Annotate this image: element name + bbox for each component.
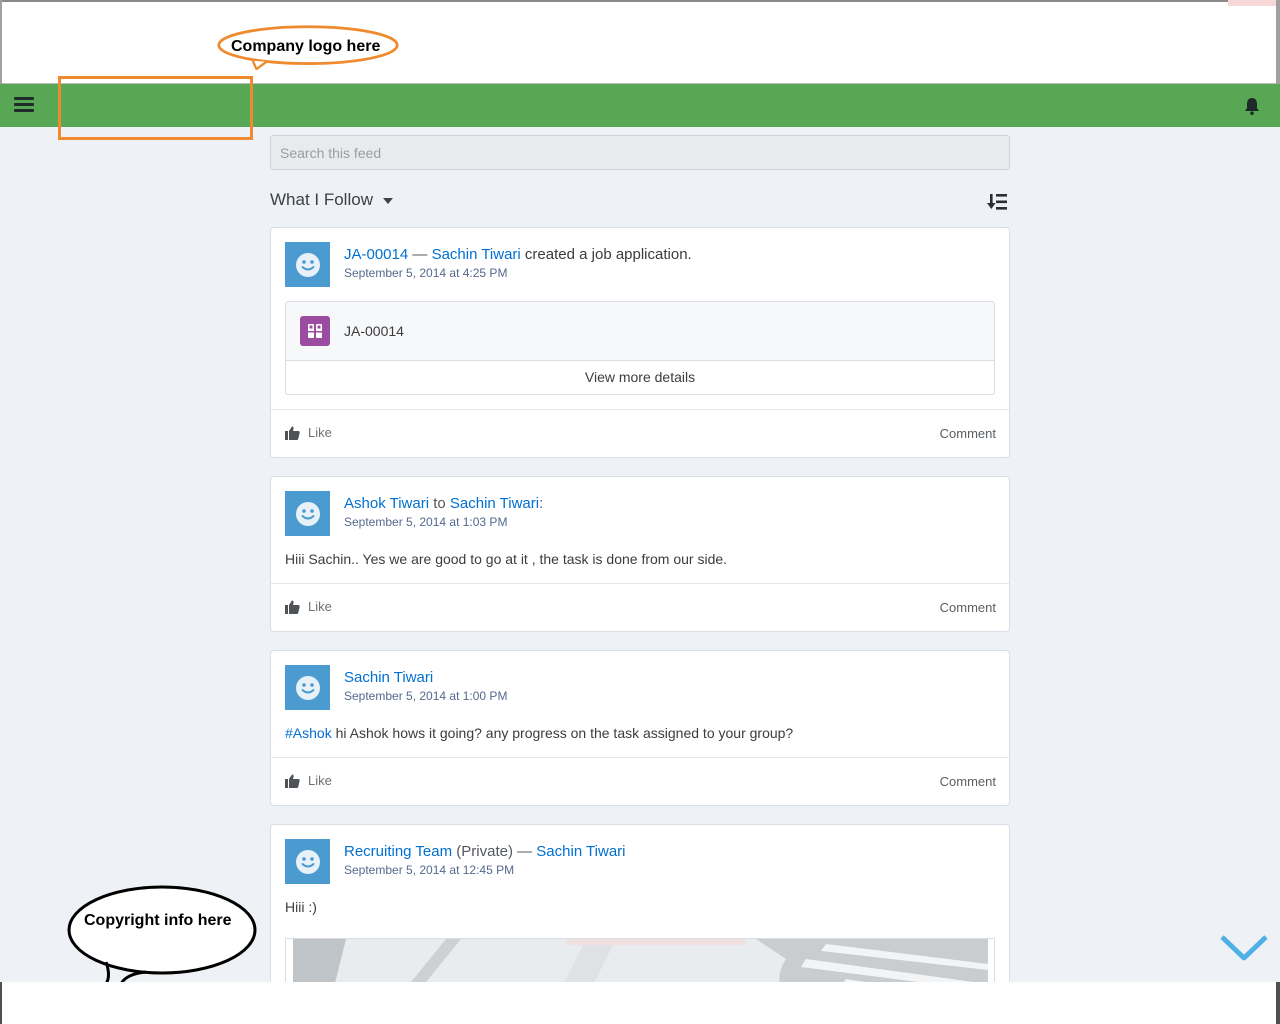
thumbs-up-icon [285, 774, 300, 788]
author-link[interactable]: Sachin Tiwari [536, 843, 625, 860]
search-feed-input[interactable] [270, 135, 1010, 170]
avatar[interactable] [285, 839, 330, 884]
post-header: JA-00014 — Sachin Tiwari created a job a… [344, 246, 692, 263]
comment-button[interactable]: Comment [940, 600, 996, 615]
smiley-icon [295, 849, 320, 874]
header-colon: : [539, 495, 544, 512]
copyright-callout-bubble [67, 885, 257, 984]
bell-icon[interactable] [1242, 96, 1262, 116]
footer-right-edge [1276, 982, 1280, 1024]
feed-content: What I Follow JA-00014 — Sachin Tiwari c… [0, 127, 1280, 982]
header-area [2, 2, 1276, 84]
window-right-edge [1276, 0, 1280, 84]
post-timestamp[interactable]: September 5, 2014 at 1:00 PM [344, 689, 507, 703]
author-link[interactable]: Sachin Tiwari [344, 669, 433, 686]
feed-post: Recruiting Team (Private) — Sachin Tiwar… [270, 824, 1010, 982]
thumbs-up-icon [285, 600, 300, 614]
group-privacy: (Private) — [452, 843, 537, 860]
hashtag-link[interactable]: #Ashok [285, 725, 332, 741]
group-link[interactable]: Recruiting Team [344, 843, 452, 860]
avatar[interactable] [285, 491, 330, 536]
recipient-link[interactable]: Sachin Tiwari [450, 495, 539, 512]
divider [271, 583, 1009, 584]
window-corner [1228, 0, 1276, 6]
image-thumbnail [293, 939, 988, 982]
job-application-icon [300, 316, 330, 346]
view-more-details-button[interactable]: View more details [286, 361, 994, 394]
like-label: Like [308, 599, 332, 614]
feed-post: JA-00014 — Sachin Tiwari created a job a… [270, 227, 1010, 458]
post-image-preview[interactable] [285, 938, 995, 982]
chevron-down-icon[interactable] [1220, 934, 1268, 962]
like-button[interactable]: Like [285, 773, 332, 788]
record-preview: JA-00014 View more details [285, 301, 995, 395]
divider [271, 757, 1009, 758]
window-left-edge [0, 0, 2, 84]
hamburger-icon[interactable] [14, 97, 34, 113]
header-separator: — [408, 246, 432, 263]
divider [271, 409, 1009, 410]
post-body: Hiii :) [285, 899, 317, 915]
feed-filter-dropdown[interactable]: What I Follow [270, 190, 393, 210]
post-action-text: created a job application. [520, 246, 692, 263]
avatar[interactable] [285, 242, 330, 287]
smiley-icon [295, 675, 320, 700]
copyright-callout-text: Copyright info here [84, 912, 232, 929]
author-link[interactable]: Sachin Tiwari [432, 246, 521, 263]
like-button[interactable]: Like [285, 425, 332, 440]
post-body: #Ashok hi Ashok hows it going? any progr… [285, 725, 793, 741]
logo-placeholder-box [58, 76, 253, 140]
smiley-icon [295, 501, 320, 526]
author-link[interactable]: Ashok Tiwari [344, 495, 429, 512]
post-header: Sachin Tiwari [344, 669, 433, 686]
post-body: Hiii Sachin.. Yes we are good to go at i… [285, 551, 728, 567]
post-header: Ashok Tiwari to Sachin Tiwari: [344, 495, 543, 512]
avatar[interactable] [285, 665, 330, 710]
like-label: Like [308, 773, 332, 788]
comment-button[interactable]: Comment [940, 426, 996, 441]
post-timestamp[interactable]: September 5, 2014 at 4:25 PM [344, 266, 507, 280]
post-timestamp[interactable]: September 5, 2014 at 1:03 PM [344, 515, 507, 529]
post-timestamp[interactable]: September 5, 2014 at 12:45 PM [344, 863, 514, 877]
like-button[interactable]: Like [285, 599, 332, 614]
smiley-icon [295, 252, 320, 277]
comment-button[interactable]: Comment [940, 774, 996, 789]
record-link[interactable]: JA-00014 [344, 246, 408, 263]
caret-down-icon [382, 198, 393, 204]
post-body-text: hi Ashok hows it going? any progress on … [331, 725, 794, 741]
feed-filter-label: What I Follow [270, 190, 373, 209]
sort-icon[interactable] [987, 193, 1007, 211]
record-name[interactable]: JA-00014 [344, 323, 404, 339]
feed-post: Ashok Tiwari to Sachin Tiwari: September… [270, 476, 1010, 632]
post-header: Recruiting Team (Private) — Sachin Tiwar… [344, 843, 626, 860]
like-label: Like [308, 425, 332, 440]
logo-callout-text: Company logo here [231, 38, 381, 55]
feed-post: Sachin Tiwari September 5, 2014 at 1:00 … [270, 650, 1010, 806]
footer-area [0, 982, 1280, 1024]
thumbs-up-icon [285, 426, 300, 440]
footer-left-edge [0, 982, 2, 1024]
to-word: to [429, 495, 450, 512]
window-top-edge [0, 0, 1280, 2]
